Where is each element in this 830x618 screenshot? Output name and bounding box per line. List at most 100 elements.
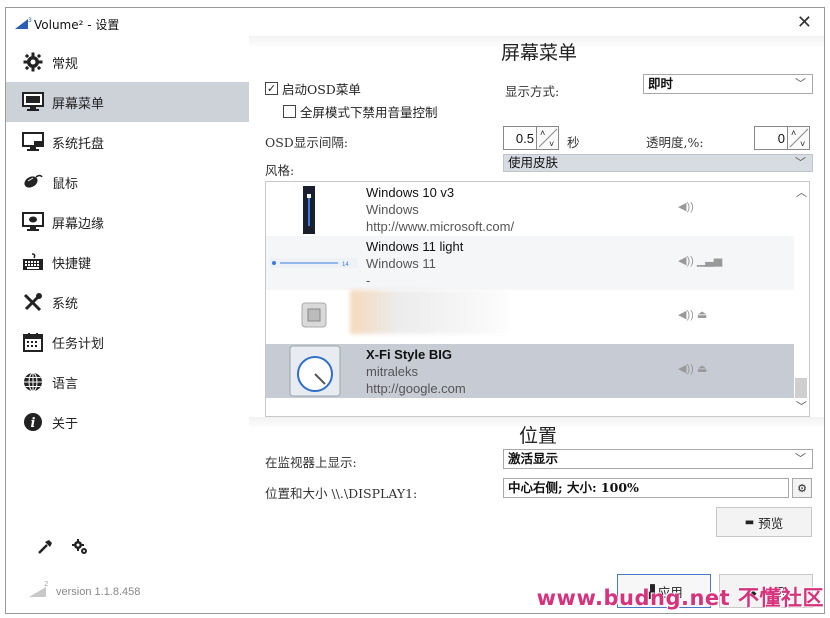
style-dropdown[interactable]: 使用皮肤 ﹀: [503, 154, 813, 172]
svg-text:˅: ˅: [549, 139, 554, 149]
chevron-down-icon: ﹀: [795, 77, 806, 90]
stepper-arrows-icon[interactable]: ˄ ˅: [787, 127, 809, 149]
position-size-field[interactable]: 中心右侧; 大小: 100%: [503, 478, 789, 498]
interval-stepper[interactable]: 0.5 ˄ ˅: [503, 126, 559, 150]
monitor-dropdown[interactable]: 激活显示 ﹀: [503, 449, 813, 469]
title-bar: 3 Volume² - 设置 ✕: [6, 8, 824, 36]
sidebar-item-label: 语言: [52, 376, 79, 392]
sidebar-item-general[interactable]: 常规: [6, 42, 249, 82]
section-title-osd: 屏幕菜单: [501, 42, 578, 64]
sidebar-item-label: 系统托盘: [52, 136, 105, 152]
tray-icon: [18, 131, 48, 153]
skin-url: -: [366, 273, 371, 288]
keyboard-icon: [18, 251, 48, 273]
skin-list-item[interactable]: Windows 10 v3 Windows http://www.microso…: [266, 182, 796, 236]
skin-name: X-Fi Style BIG: [366, 347, 452, 362]
section-title-position: 位置: [519, 425, 558, 447]
sidebar-item-scheduler[interactable]: 任务计划: [6, 322, 249, 362]
speaker-levels-icon: ◀)) ▁▃▅: [678, 255, 723, 267]
opacity-label: 透明度,%:: [646, 135, 704, 150]
skin-list-item[interactable]: 14 Windows 11 light Windows 11 - ◀)) ▁▃▅: [266, 236, 796, 290]
skin-url: http://www.microsoft.com/: [366, 219, 515, 234]
skin-preview-image: [301, 302, 327, 328]
osd-settings-panel: 屏幕菜单 ✓ 启动OSD菜单 全屏模式下禁用音量控制 显示方式: 即时 ﹀ OS…: [249, 36, 824, 614]
fullscreen-disable-label: 全屏模式下禁用音量控制: [300, 105, 438, 120]
svg-text:˅: ˅: [800, 139, 805, 149]
interval-unit: 秒: [567, 135, 580, 150]
style-label: 风格:: [265, 163, 295, 178]
skin-list-item-selected[interactable]: X-Fi Style BIG mitraleks http://google.c…: [266, 344, 796, 398]
interval-value: 0.5: [515, 130, 534, 146]
speaker-icon: ◀)): [678, 201, 694, 213]
calendar-icon: [18, 331, 48, 353]
sidebar-item-label: 常规: [52, 56, 79, 72]
info-icon: i: [18, 411, 48, 433]
display-mode-dropdown[interactable]: 即时 ﹀: [643, 74, 813, 94]
enable-osd-checkbox[interactable]: ✓ 启动OSD菜单: [265, 79, 361, 98]
sidebar-item-label: 任务计划: [52, 336, 105, 352]
mouse-icon: [18, 171, 48, 193]
skin-author: Windows 11: [366, 256, 436, 271]
checkbox-box[interactable]: ✓: [265, 82, 278, 95]
display-mode-value: 即时: [648, 76, 674, 91]
skin-preview-image: [303, 186, 315, 234]
skin-preview-image: [289, 345, 341, 397]
scrollbar-thumb[interactable]: [795, 378, 807, 398]
style-value: 使用皮肤: [508, 155, 559, 170]
speaker-eject-icon: ◀)) ⏏: [678, 363, 708, 375]
blurred-region: [350, 290, 510, 334]
svg-text:˄: ˄: [791, 128, 796, 138]
opacity-stepper[interactable]: 0 ˄ ˅: [754, 126, 810, 150]
position-size-value: 中心右侧; 大小: 100%: [508, 480, 639, 495]
skin-preview-image: 14: [270, 258, 358, 268]
fullscreen-disable-checkbox[interactable]: 全屏模式下禁用音量控制: [283, 102, 438, 121]
sidebar-item-mouse[interactable]: 鼠标: [6, 162, 249, 202]
svg-text:14: 14: [342, 262, 349, 268]
display-mode-label: 显示方式:: [505, 84, 560, 99]
skin-name: Windows 10 v3: [366, 185, 455, 200]
stepper-arrows-icon[interactable]: ˄ ˅: [536, 127, 558, 149]
settings-window: 3 Volume² - 设置 ✕ 常规 屏幕菜单 系统托盘 鼠标 屏幕边缘 快捷…: [5, 7, 825, 614]
close-icon[interactable]: ✕: [797, 12, 812, 33]
checkbox-box[interactable]: [283, 105, 296, 118]
sidebar-item-system[interactable]: 系统: [6, 282, 249, 322]
skin-author: Windows: [366, 202, 419, 217]
svg-text:˄: ˄: [540, 128, 545, 138]
monitor-icon: [18, 91, 48, 113]
sidebar-item-about[interactable]: i 关于: [6, 402, 249, 442]
app-volume-icon: 3: [15, 17, 32, 29]
scroll-down-icon[interactable]: ﹀: [796, 398, 807, 414]
chevron-down-icon: ﹀: [795, 452, 806, 465]
preview-button[interactable]: ▬ 预览: [716, 507, 812, 537]
app-volume-icon: 2: [28, 578, 50, 601]
enable-osd-label: 启动OSD菜单: [282, 82, 361, 97]
screen-edge-icon: [18, 211, 48, 233]
sidebar-item-screen-edge[interactable]: 屏幕边缘: [6, 202, 249, 242]
skin-list-scrollbar[interactable]: ︿ ﹀: [794, 182, 809, 416]
sidebar: 常规 屏幕菜单 系统托盘 鼠标 屏幕边缘 快捷键 系统 任务计划 语言 i 关于…: [6, 42, 249, 607]
gear-icon[interactable]: ⚙: [792, 478, 812, 498]
gears-icon[interactable]: [71, 538, 89, 559]
globe-icon: [18, 371, 48, 393]
sidebar-item-label: 屏幕菜单: [52, 96, 105, 112]
opacity-value: 0: [777, 130, 785, 146]
skin-list[interactable]: Windows 10 v3 Windows http://www.microso…: [265, 181, 810, 417]
sidebar-item-osd[interactable]: 屏幕菜单: [6, 82, 249, 122]
skin-name: Windows 11 light: [366, 239, 464, 254]
sidebar-item-tray[interactable]: 系统托盘: [6, 122, 249, 162]
sidebar-item-language[interactable]: 语言: [6, 362, 249, 402]
preview-icon: ▬: [744, 516, 755, 528]
skin-list-item[interactable]: ◀)) ⏏: [266, 290, 796, 344]
wrench-icon[interactable]: [36, 538, 54, 559]
monitor-label: 在监视器上显示:: [265, 455, 357, 470]
scroll-up-icon[interactable]: ︿: [796, 184, 807, 200]
sidebar-item-label: 快捷键: [52, 256, 92, 272]
sidebar-item-hotkeys[interactable]: 快捷键: [6, 242, 249, 282]
svg-text:2: 2: [44, 580, 48, 588]
version-label: version 1.1.8.458: [56, 586, 141, 598]
interval-label: OSD显示间隔:: [265, 135, 349, 150]
monitor-value: 激活显示: [508, 451, 559, 466]
position-size-label: 位置和大小 \\.\DISPLAY1:: [265, 486, 418, 501]
sidebar-item-label: 关于: [52, 416, 79, 432]
watermark-text: www.budng.net 不懂社区: [536, 586, 824, 610]
